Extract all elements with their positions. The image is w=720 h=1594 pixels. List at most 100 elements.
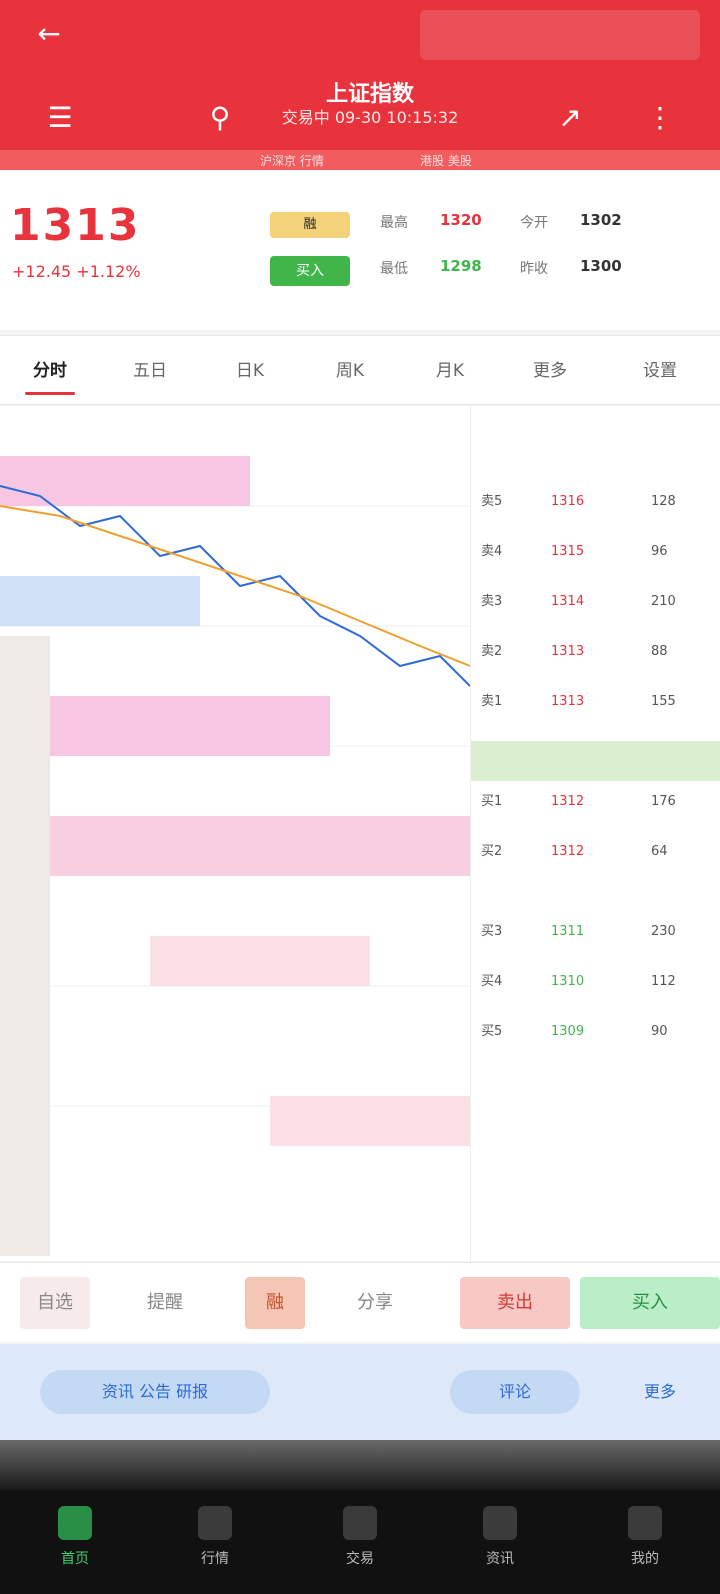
nav-label: 我的 [631, 1551, 659, 1567]
spread-divider [471, 741, 720, 781]
nav-profile[interactable]: 我的 [590, 1506, 700, 1568]
stat-label: 昨收 [520, 261, 548, 277]
nav-label: 首页 [61, 1551, 89, 1567]
market-strip: 沪深京 行情 港股 美股 [0, 150, 720, 170]
ask-volume: 128 [651, 494, 676, 509]
bid-row: 买2 1312 64 [471, 836, 720, 868]
comment-pill[interactable]: 评论 [450, 1370, 580, 1414]
info-bar: 资讯 公告 研报 评论 更多 [0, 1344, 720, 1440]
order-book: 卖5 1316 128 卖4 1315 96 卖3 1314 210 卖2 13… [470, 406, 720, 1261]
alert-button[interactable]: 提醒 [120, 1277, 210, 1329]
left-axis-bar [0, 636, 50, 1256]
bid-volume: 176 [651, 794, 676, 809]
nav-label: 资讯 [486, 1551, 514, 1567]
app-header: ← ☰ ⚲ 上证指数 交易中 09-30 10:15:32 ↗ ⋮ 沪深京 行情… [0, 0, 720, 170]
intraday-chart[interactable] [0, 406, 471, 1261]
more-pill[interactable]: 更多 [620, 1370, 700, 1414]
ask-price: 1315 [551, 544, 585, 559]
watchlist-button[interactable]: 自选 [20, 1277, 90, 1329]
bid-price: 1312 [551, 844, 585, 859]
stat-value: 1298 [440, 257, 482, 275]
ask-row: 卖4 1315 96 [471, 536, 720, 568]
highlight-band [0, 456, 250, 506]
ask-row: 卖3 1314 210 [471, 586, 720, 618]
ask-row: 卖5 1316 128 [471, 486, 720, 518]
bottom-nav: 首页 行情 交易 资讯 我的 [0, 1490, 720, 1594]
stat-value: 1302 [580, 211, 622, 229]
bid-price: 1311 [551, 924, 585, 939]
bid-row: 买5 1309 90 [471, 1016, 720, 1048]
bid-row: 买1 1312 176 [471, 786, 720, 818]
page-title: 上证指数 [325, 82, 414, 107]
highlight-band [270, 1096, 470, 1146]
more-icon[interactable]: ⋮ [630, 96, 690, 140]
nav-news[interactable]: 资讯 [445, 1506, 555, 1568]
bid-price: 1310 [551, 974, 585, 989]
menu-icon[interactable]: ☰ [30, 96, 90, 140]
nav-label: 交易 [346, 1551, 374, 1567]
bid-volume: 230 [651, 924, 676, 939]
news-icon [483, 1506, 517, 1540]
ask-label: 卖1 [481, 694, 503, 709]
tab-settings[interactable]: 设置 [615, 356, 705, 381]
highlight-band [0, 576, 200, 626]
header-right-tools[interactable] [420, 10, 700, 60]
stat-label: 最高 [380, 215, 408, 231]
ask-price: 1316 [551, 494, 585, 509]
stat-value: 1320 [440, 211, 482, 229]
nav-home[interactable]: 首页 [20, 1506, 130, 1568]
tab-monthly-k[interactable]: 月K [405, 356, 495, 381]
chart-tabs: 分时 五日 日K 周K 月K 更多 设置 [0, 335, 720, 405]
bid-label: 买1 [481, 794, 503, 809]
ask-volume: 88 [651, 644, 668, 659]
nav-label: 行情 [201, 1551, 229, 1567]
nav-market[interactable]: 行情 [160, 1506, 270, 1568]
share-button[interactable]: 分享 [330, 1277, 420, 1329]
bid-label: 买2 [481, 844, 503, 859]
user-icon [628, 1506, 662, 1540]
trade-icon [343, 1506, 377, 1540]
bid-price: 1312 [551, 794, 585, 809]
divider-shade [0, 1440, 720, 1490]
current-price: 1313 [10, 200, 141, 251]
tab-weekly-k[interactable]: 周K [305, 356, 395, 381]
bid-row: 买3 1311 230 [471, 916, 720, 948]
home-icon [58, 1506, 92, 1540]
tab-more[interactable]: 更多 [505, 356, 595, 381]
ask-label: 卖5 [481, 494, 503, 509]
ask-label: 卖3 [481, 594, 503, 609]
quick-buy-badge[interactable]: 买入 [270, 256, 350, 286]
ask-label: 卖2 [481, 644, 503, 659]
bid-label: 买5 [481, 1024, 503, 1039]
stat-label: 最低 [380, 261, 408, 277]
tab-daily-k[interactable]: 日K [205, 356, 295, 381]
ask-row: 卖2 1313 88 [471, 636, 720, 668]
strip-right: 港股 美股 [420, 154, 472, 168]
margin-badge[interactable]: 融 [270, 212, 350, 238]
margin-button[interactable]: 融 [245, 1277, 305, 1329]
share-icon[interactable]: ↗ [540, 96, 600, 140]
ask-volume: 155 [651, 694, 676, 709]
bid-volume: 64 [651, 844, 668, 859]
ask-price: 1314 [551, 594, 585, 609]
page-subtitle: 交易中 09-30 10:15:32 [281, 108, 459, 127]
ask-label: 卖4 [481, 544, 503, 559]
tab-intraday[interactable]: 分时 [5, 356, 95, 395]
action-bar: 自选 提醒 融 分享 卖出 买入 [0, 1262, 720, 1342]
highlight-band [50, 696, 330, 756]
sell-button[interactable]: 卖出 [460, 1277, 570, 1329]
highlight-band [0, 816, 470, 876]
highlight-band [150, 936, 370, 986]
strip-left: 沪深京 行情 [260, 154, 324, 168]
ask-price: 1313 [551, 694, 585, 709]
ask-volume: 210 [651, 594, 676, 609]
stock-title: 上证指数 交易中 09-30 10:15:32 [200, 82, 540, 128]
bid-label: 买3 [481, 924, 503, 939]
back-arrow-icon[interactable]: ← [14, 12, 84, 56]
tab-five-day[interactable]: 五日 [105, 356, 195, 381]
nav-trade[interactable]: 交易 [305, 1506, 415, 1568]
news-pill[interactable]: 资讯 公告 研报 [40, 1370, 270, 1414]
ask-row: 卖1 1313 155 [471, 686, 720, 718]
bid-volume: 112 [651, 974, 676, 989]
buy-button[interactable]: 买入 [580, 1277, 720, 1329]
